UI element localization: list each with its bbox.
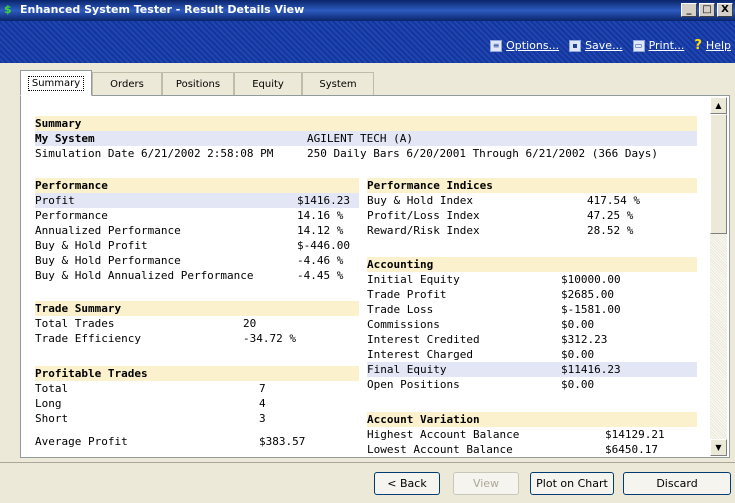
scroll-down-icon[interactable]: ▼: [710, 439, 727, 456]
account-variation-header: Account Variation: [367, 412, 697, 427]
window-title: Enhanced System Tester - Result Details …: [20, 3, 305, 16]
performance-row: Performance 14.16 %: [35, 209, 344, 222]
tab-equity-label: Equity: [252, 79, 284, 90]
tab-equity[interactable]: Equity: [234, 72, 302, 96]
system-name: My System: [35, 132, 95, 145]
save-icon: ▪: [569, 39, 582, 52]
accounting-row: Initial Equity $10000.00: [367, 273, 621, 286]
close-button[interactable]: X: [717, 3, 733, 17]
summary-header: Summary: [35, 116, 697, 131]
options-icon: ≡: [490, 39, 503, 52]
tab-positions[interactable]: Positions: [162, 72, 234, 96]
accounting-row: Open Positions $0.00: [367, 378, 595, 391]
options-button[interactable]: ≡ Options...: [490, 39, 559, 52]
tab-positions-label: Positions: [175, 79, 221, 90]
print-button[interactable]: ▭ Print...: [632, 39, 685, 52]
profitable-trades-row: Short 3: [35, 412, 266, 425]
app-icon: $: [4, 3, 12, 16]
print-label: Print...: [648, 39, 685, 52]
bars-info: 250 Daily Bars 6/20/2001 Through 6/21/20…: [307, 147, 658, 160]
profitable-trades-header: Profitable Trades: [35, 366, 359, 381]
accounting-row: Interest Credited $312.23: [367, 333, 608, 346]
accounting-row: Commissions $0.00: [367, 318, 595, 331]
tab-system[interactable]: System: [302, 72, 374, 96]
summary-panel: Summary My System AGILENT TECH (A) Simul…: [20, 95, 730, 458]
tab-orders[interactable]: Orders: [92, 72, 162, 96]
trade-summary-row: Trade Efficiency -34.72 %: [35, 332, 296, 345]
performance-index-row: Profit/Loss Index 47.25 %: [367, 209, 634, 222]
scroll-up-icon[interactable]: ▲: [710, 97, 727, 114]
title-bar: $ Enhanced System Tester - Result Detail…: [0, 0, 735, 21]
performance-indices-header: Performance Indices: [367, 178, 697, 193]
simulation-date: Simulation Date 6/21/2002 2:58:08 PM: [35, 147, 274, 160]
account-variation-row: Lowest Account Balance $6450.17: [367, 443, 658, 454]
help-label: Help: [705, 39, 731, 52]
accounting-row: Trade Loss $-1581.00: [367, 303, 621, 316]
profitable-trades-row: Long 4: [35, 397, 266, 410]
bottom-button-bar: < Back View Plot on Chart Discard: [0, 462, 735, 503]
toolbar: ≡ Options... ▪ Save... ▭ Print... ? Help: [0, 21, 735, 63]
tab-strip: Summary Orders Positions Equity System: [20, 70, 374, 96]
performance-row: Profit $1416.23: [35, 193, 359, 208]
save-button[interactable]: ▪ Save...: [569, 39, 623, 52]
tab-orders-label: Orders: [110, 79, 144, 90]
accounting-header: Accounting: [367, 257, 697, 272]
trade-summary-row: Total Trades 20: [35, 317, 257, 330]
performance-row: Annualized Performance 14.12 %: [35, 224, 344, 237]
window-controls: _ □ X: [681, 3, 733, 17]
performance-index-row: Reward/Risk Index 28.52 %: [367, 224, 634, 237]
help-icon: ?: [694, 37, 702, 53]
tab-summary[interactable]: Summary: [20, 70, 92, 96]
view-button[interactable]: View: [453, 472, 519, 495]
summary-report: Summary My System AGILENT TECH (A) Simul…: [35, 116, 697, 454]
back-button[interactable]: < Back: [374, 472, 440, 495]
plot-on-chart-button[interactable]: Plot on Chart: [530, 472, 614, 495]
profitable-trades-row: Total 7: [35, 382, 266, 395]
system-row: My System AGILENT TECH (A): [35, 131, 697, 146]
accounting-row: Interest Charged $0.00: [367, 348, 595, 361]
performance-row: Buy & Hold Profit $-446.00: [35, 239, 350, 252]
accounting-row: Trade Profit $2685.00: [367, 288, 614, 301]
simulation-row: Simulation Date 6/21/2002 2:58:08 PM 250…: [35, 146, 697, 161]
scrollbar-thumb[interactable]: [710, 114, 727, 234]
accounting-row: Final Equity $11416.23: [367, 362, 697, 377]
symbol-name: AGILENT TECH (A): [307, 132, 413, 145]
performance-row: Buy & Hold Performance -4.46 %: [35, 254, 344, 267]
discard-button[interactable]: Discard: [623, 472, 731, 495]
profitable-trades-row: Average Profit $383.57: [35, 435, 306, 448]
maximize-button[interactable]: □: [699, 3, 715, 17]
performance-index-row: Buy & Hold Index 417.54 %: [367, 194, 640, 207]
minimize-button[interactable]: _: [681, 3, 697, 17]
performance-header: Performance: [35, 178, 359, 193]
save-label: Save...: [585, 39, 623, 52]
help-button[interactable]: ? Help: [694, 37, 731, 53]
vertical-scrollbar[interactable]: ▲ ▼: [710, 97, 727, 456]
printer-icon: ▭: [632, 39, 645, 52]
performance-row: Buy & Hold Annualized Performance -4.45 %: [35, 269, 344, 282]
trade-summary-header: Trade Summary: [35, 301, 359, 316]
account-variation-row: Highest Account Balance $14129.21: [367, 428, 665, 441]
tab-summary-label: Summary: [27, 75, 85, 91]
tab-system-label: System: [319, 79, 357, 90]
options-label: Options...: [506, 39, 560, 52]
